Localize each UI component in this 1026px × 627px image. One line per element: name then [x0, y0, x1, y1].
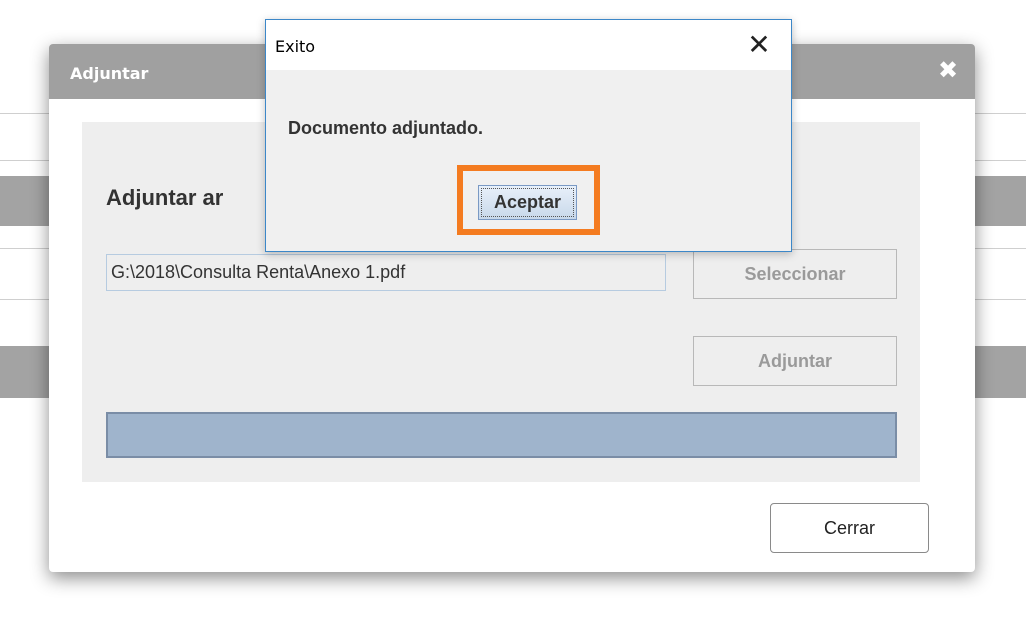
- select-file-button[interactable]: Seleccionar: [693, 249, 897, 299]
- message-box-titlebar: Exito ✕: [266, 20, 791, 70]
- close-icon[interactable]: ✖: [937, 58, 959, 82]
- file-path-field[interactable]: G:\2018\Consulta Renta\Anexo 1.pdf: [106, 254, 666, 291]
- close-button[interactable]: Cerrar: [770, 503, 929, 553]
- close-icon[interactable]: ✕: [739, 30, 779, 60]
- upload-progress-bar: [106, 412, 897, 458]
- attach-button[interactable]: Adjuntar: [693, 336, 897, 386]
- success-message-box: Exito ✕ Documento adjuntado. Aceptar: [265, 19, 792, 252]
- message-text: Documento adjuntado.: [288, 118, 483, 138]
- accept-button[interactable]: Aceptar: [478, 185, 577, 220]
- message-box-title: Exito: [275, 37, 316, 56]
- panel-heading: Adjuntar ar: [106, 185, 224, 210]
- dialog-title: Adjuntar: [70, 64, 149, 83]
